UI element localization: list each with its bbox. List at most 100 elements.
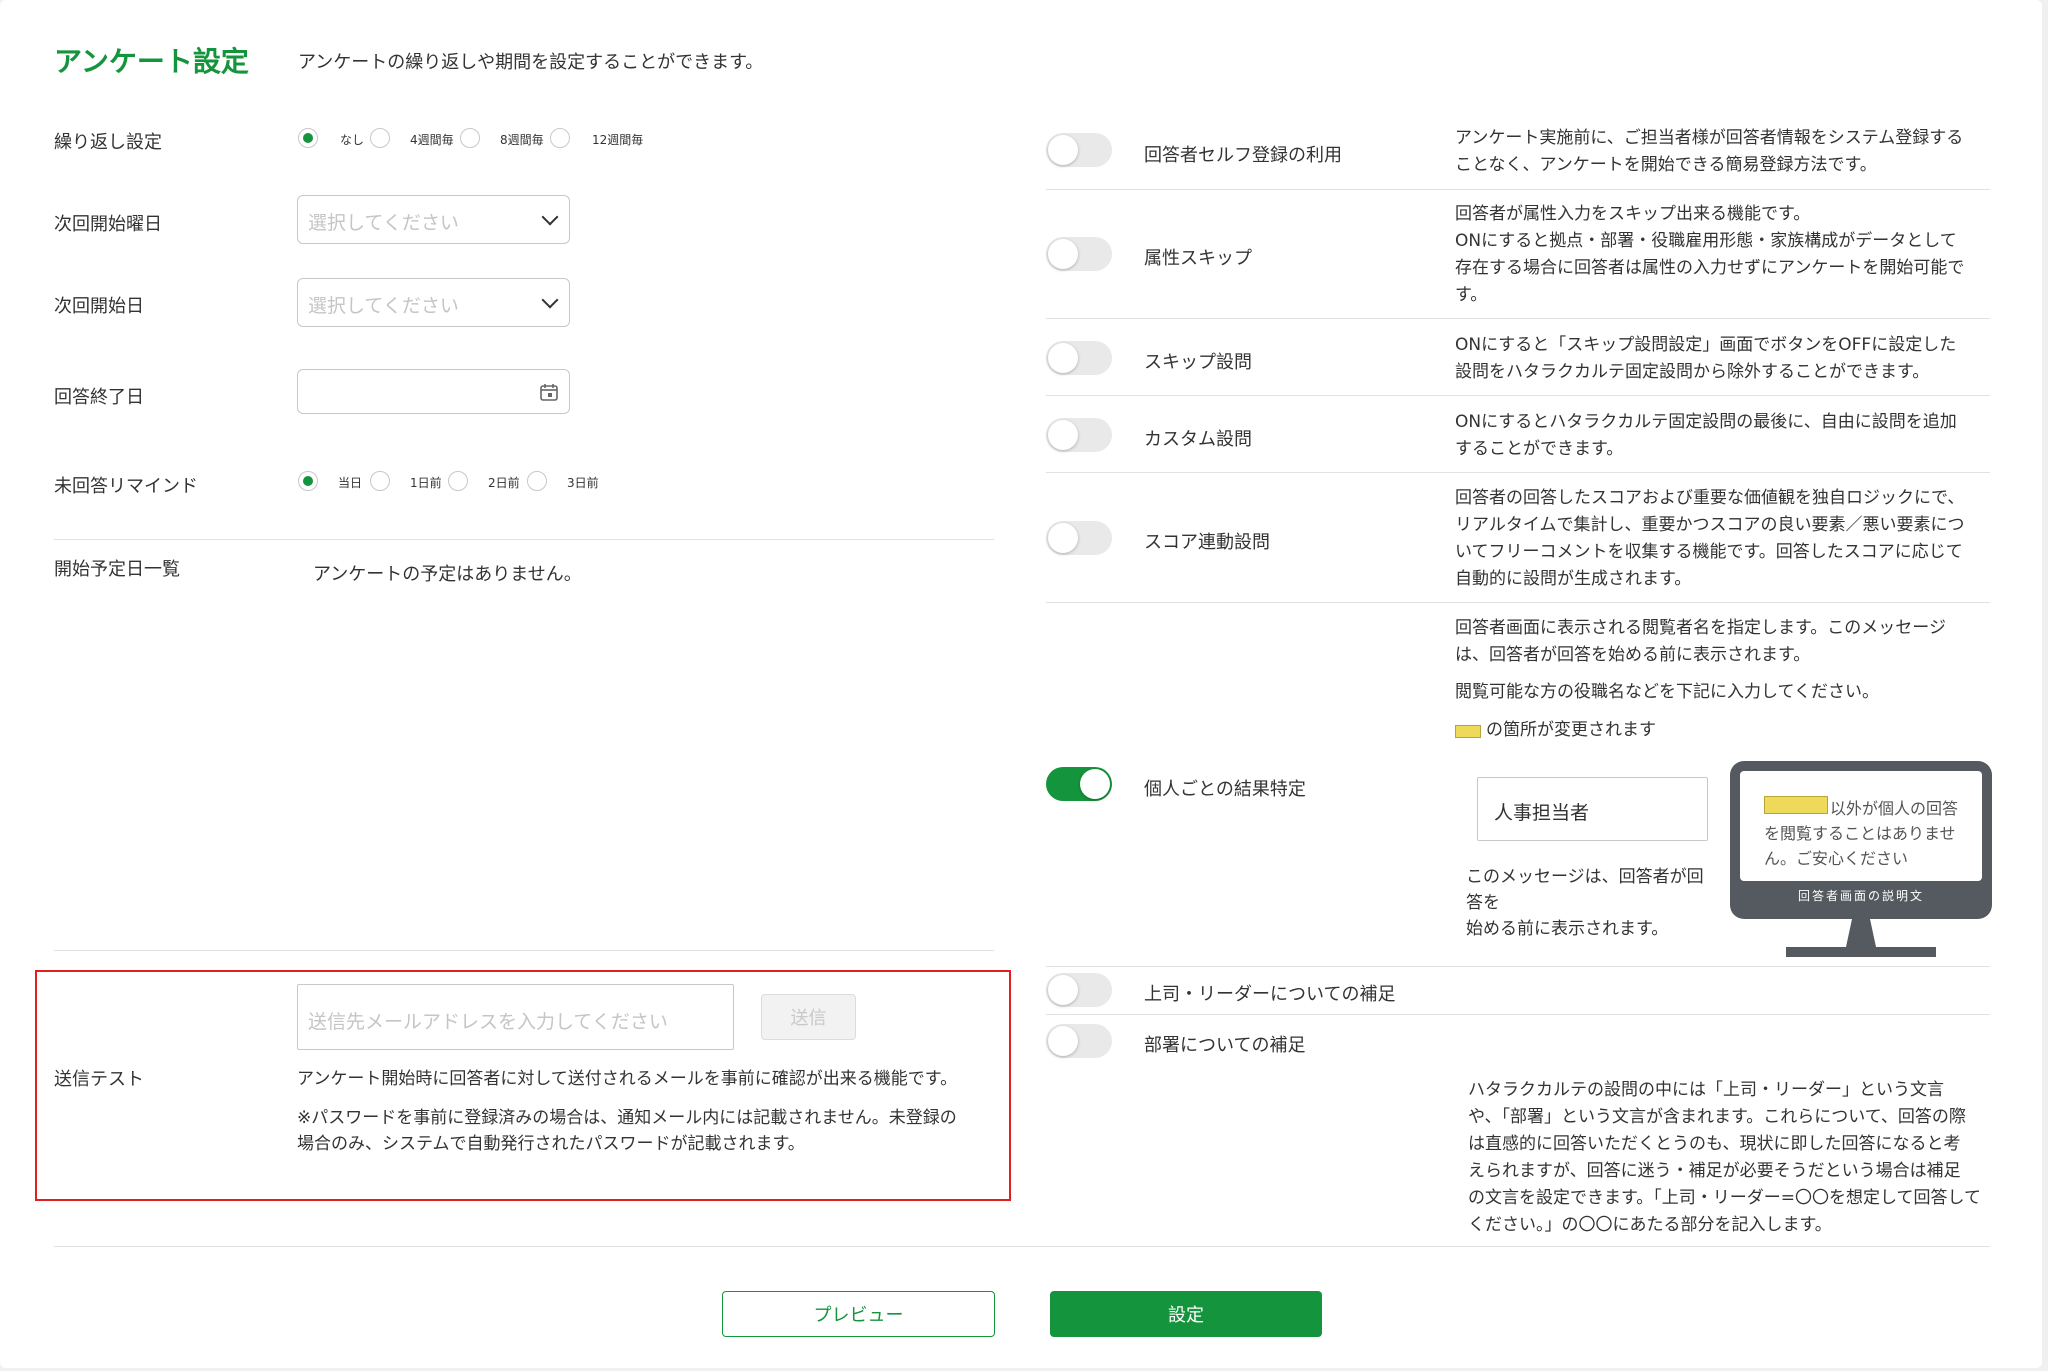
note-line: 答を <box>1466 893 1500 913</box>
desc-line: ONにするとハタラクカルテ固定設問の最後に、自由に設問を追加 <box>1455 412 1957 432</box>
divider <box>1046 472 1990 473</box>
next-weekday-select[interactable]: 選択してください <box>297 195 570 244</box>
repeat-radio-4w[interactable] <box>370 128 390 148</box>
desc-line: することができます。 <box>1455 439 1624 459</box>
remind-radio-2day[interactable] <box>448 471 468 491</box>
desc-line: 存在する場合に回答者は属性の入力せずにアンケートを開始可能で <box>1455 258 1965 278</box>
next-date-label: 次回開始日 <box>54 296 144 317</box>
send-test-email-input[interactable]: 送信先メールアドレスを入力してください <box>297 984 734 1050</box>
repeat-radio-none[interactable] <box>298 128 318 148</box>
boss-note-name: 上司・リーダーについての補足 <box>1144 984 1396 1005</box>
monitor-base <box>1786 947 1936 957</box>
attr-skip-desc: 回答者が属性入力をスキップ出来る機能です。 ONにすると拠点・部署・役職雇用形態… <box>1455 201 1964 309</box>
repeat-radio-12w[interactable] <box>550 128 570 148</box>
desc-line: 回答者の回答したスコアおよび重要な価値観を独自ロジックにで、 <box>1455 488 1965 508</box>
next-date-select[interactable]: 選択してください <box>297 278 570 327</box>
desc-line: 自動的に設問が生成されます。 <box>1455 569 1692 589</box>
desc-line: ONにすると拠点・部署・役職雇用形態・家族構成がデータとして <box>1455 231 1957 251</box>
desc-line: ハタラクカルテの設問の中には「上司・リーダー」という文言 <box>1468 1080 1944 1100</box>
send-test-note-line2: 場合のみ、システムで自動発行されたパスワードが記載されます。 <box>297 1134 805 1154</box>
yellow-marker <box>1455 725 1481 738</box>
schedule-label: 開始予定日一覧 <box>54 559 180 580</box>
dept-note-name: 部署についての補足 <box>1144 1035 1306 1056</box>
preview-button[interactable]: プレビュー <box>722 1291 995 1337</box>
toggle-knob <box>1048 135 1078 165</box>
desc-line: ください。」の〇〇にあたる部分を記入します。 <box>1468 1215 1832 1235</box>
note-line: このメッセージは、回答者が回 <box>1466 867 1704 887</box>
next-weekday-placeholder: 選択してください <box>308 212 459 234</box>
remind-label: 未回答リマインド <box>54 476 198 497</box>
skip-question-desc: ONにすると「スキップ設問設定」画面でボタンをOFFに設定した 設問をハタラクカ… <box>1455 332 1956 386</box>
viewer-name-input[interactable]: 人事担当者 <box>1477 777 1708 841</box>
repeat-radio-8w[interactable] <box>460 128 480 148</box>
monitor-text-line: ん。ご安心ください <box>1764 849 1909 868</box>
toggle-knob <box>1048 420 1078 450</box>
boss-note-toggle[interactable] <box>1046 973 1112 1007</box>
send-test-label: 送信テスト <box>54 1069 144 1090</box>
custom-question-name: カスタム設問 <box>1144 429 1252 450</box>
toggle-knob <box>1048 343 1078 373</box>
individual-result-desc2: 閲覧可能な方の役職名などを下記に入力してください。 <box>1455 682 1879 702</box>
remind-option-label: 2日前 <box>488 476 520 490</box>
repeat-option-label: なし <box>340 133 365 147</box>
remind-option-label: 3日前 <box>567 476 599 490</box>
toggle-knob <box>1080 769 1110 799</box>
individual-result-name: 個人ごとの結果特定 <box>1144 779 1306 800</box>
skip-question-toggle[interactable] <box>1046 341 1112 375</box>
remind-radio-today[interactable] <box>298 471 318 491</box>
toggle-knob <box>1048 975 1078 1005</box>
custom-question-toggle[interactable] <box>1046 418 1112 452</box>
calendar-icon[interactable] <box>539 382 559 402</box>
monitor-text-line: を閲覧することはありませ <box>1764 824 1956 843</box>
score-question-toggle[interactable] <box>1046 521 1112 555</box>
desc-line: は直感的に回答いただくとうのも、現状に即した回答になると考 <box>1468 1134 1961 1154</box>
repeat-label: 繰り返し設定 <box>54 132 162 153</box>
send-test-placeholder: 送信先メールアドレスを入力してください <box>308 1011 668 1033</box>
submit-button[interactable]: 設定 <box>1050 1291 1322 1337</box>
divider <box>1046 318 1990 319</box>
individual-result-toggle[interactable] <box>1046 767 1112 801</box>
divider <box>1046 395 1990 396</box>
page-subtitle: アンケートの繰り返しや期間を設定することができます。 <box>298 52 764 73</box>
end-date-field[interactable] <box>297 369 570 414</box>
desc-line: の文言を設定できます。「上司・リーダー=〇〇を想定して回答して <box>1468 1188 1982 1208</box>
monitor-caption: 回答者画面の説明文 <box>1797 889 1924 903</box>
divider <box>1046 602 1990 603</box>
monitor-stand <box>1846 919 1876 947</box>
monitor-screen: 以外が個人の回答 を閲覧することはありませ ん。ご安心ください <box>1740 771 1982 881</box>
score-question-desc: 回答者の回答したスコアおよび重要な価値観を独自ロジックにで、 リアルタイムで集計… <box>1455 485 1965 593</box>
divider <box>54 539 994 540</box>
next-date-placeholder: 選択してください <box>308 295 459 317</box>
custom-question-desc: ONにするとハタラクカルテ固定設問の最後に、自由に設問を追加 することができます… <box>1455 409 1957 463</box>
monitor-text-line: 以外が個人の回答 <box>1830 799 1959 818</box>
remind-option-label: 1日前 <box>410 476 442 490</box>
send-test-desc: アンケート開始時に回答者に対して送付されるメールを事前に確認が出来る機能です。 <box>297 1069 958 1089</box>
divider <box>1046 189 1990 190</box>
page-title: アンケート設定 <box>54 45 249 78</box>
divider <box>1046 966 1990 967</box>
next-weekday-label: 次回開始曜日 <box>54 214 162 235</box>
remind-radio-1day[interactable] <box>370 471 390 491</box>
remind-option-label: 当日 <box>338 476 363 490</box>
monitor-illustration: 以外が個人の回答 を閲覧することはありませ ん。ご安心ください 回答者画面の説明… <box>1730 761 1992 919</box>
toggle-knob <box>1048 523 1078 553</box>
individual-result-desc: 回答者画面に表示される閲覧者名を指定します。このメッセージ は、回答者が回答を始… <box>1455 615 1946 669</box>
attr-skip-toggle[interactable] <box>1046 237 1112 271</box>
desc-line: 回答者が属性入力をスキップ出来る機能です。 <box>1455 204 1811 224</box>
viewer-note: このメッセージは、回答者が回 答を 始める前に表示されます。 <box>1466 864 1704 942</box>
dept-note-toggle[interactable] <box>1046 1024 1112 1058</box>
desc-line: 設問をハタラクカルテ固定設問から除外することができます。 <box>1455 362 1930 382</box>
divider <box>54 950 994 951</box>
desc-line: えられますが、回答に迷う・補足が必要そうだという場合は補足 <box>1468 1161 1961 1181</box>
toggle-knob <box>1048 1026 1078 1056</box>
desc-line: ONにすると「スキップ設問設定」画面でボタンをOFFに設定した <box>1455 335 1957 355</box>
self-register-toggle[interactable] <box>1046 133 1112 167</box>
send-test-button[interactable]: 送信 <box>761 994 856 1040</box>
skip-question-name: スキップ設問 <box>1144 352 1252 373</box>
desc-line: ことなく、アンケートを開始できる簡易登録方法です。 <box>1455 155 1877 175</box>
desc-line: は、回答者が回答を始める前に表示されます。 <box>1455 645 1811 665</box>
desc-line: や、「部署」という文言が含まれます。これらについて、回答の際 <box>1468 1107 1966 1127</box>
viewer-name-value: 人事担当者 <box>1494 802 1590 824</box>
remind-radio-3day[interactable] <box>527 471 547 491</box>
self-register-desc: アンケート実施前に、ご担当者様が回答者情報をシステム登録する ことなく、アンケー… <box>1455 125 1963 179</box>
